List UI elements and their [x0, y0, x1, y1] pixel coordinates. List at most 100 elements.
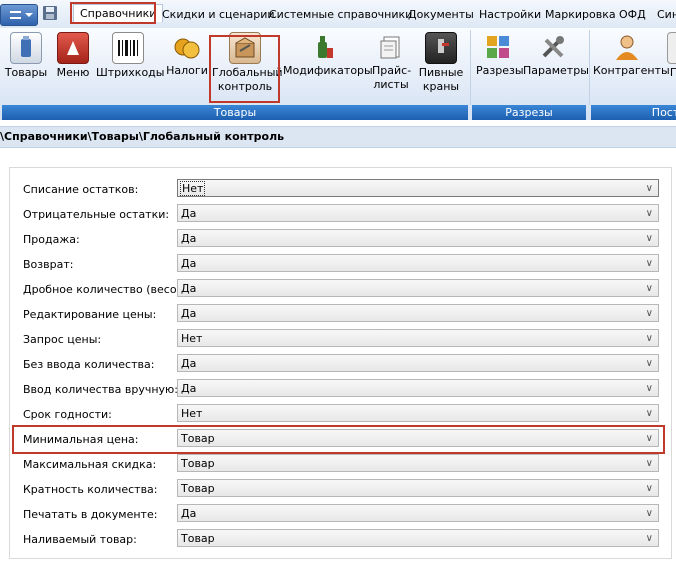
menu-bar: Справочники Скидки и сценарии Системные …: [0, 0, 676, 29]
setting-row: Дробное количество (весовой): Да ∨: [10, 277, 671, 302]
ribbon-btn-label-text: Глобальный контроль: [212, 66, 283, 93]
setting-select[interactable]: Да ∨: [177, 254, 659, 272]
ribbon-separator: [589, 30, 590, 105]
ribbon-btn-beer-taps[interactable]: Пивные краны: [418, 32, 464, 94]
contractor-icon: [612, 32, 642, 62]
setting-label: Продажа:: [23, 233, 80, 246]
setting-label: Печатать в документе:: [23, 508, 158, 521]
setting-select[interactable]: Да ∨: [177, 354, 659, 372]
setting-label: Минимальная цена:: [23, 433, 139, 446]
ribbon-btn-label-text: Пивные краны: [418, 66, 464, 93]
setting-select[interactable]: Да ∨: [177, 204, 659, 222]
setting-row: Списание остатков: Нет ∨: [10, 177, 671, 202]
menu-marking[interactable]: Маркировка: [545, 8, 616, 21]
menu-ofd[interactable]: ОФД: [619, 8, 646, 21]
setting-value: Товар: [181, 532, 215, 545]
menu-sync[interactable]: Син: [657, 8, 676, 21]
chevron-down-icon: ∨: [645, 508, 653, 519]
ribbon-btn-taxes[interactable]: Налоги: [166, 32, 208, 78]
ribbon-btn-menu[interactable]: Меню: [55, 32, 91, 80]
ribbon-btn-label: Штрихкоды: [96, 66, 165, 79]
setting-select[interactable]: Да ∨: [177, 304, 659, 322]
cut-icon: [667, 32, 676, 64]
setting-value: Товар: [181, 482, 215, 495]
setting-value: Да: [181, 382, 197, 395]
setting-select[interactable]: Нет ∨: [177, 179, 659, 197]
setting-select[interactable]: Товар ∨: [177, 529, 659, 547]
settings-panel: Списание остатков: Нет ∨ Отрицательные оста…: [9, 167, 672, 559]
ribbon-btn-global-control[interactable]: Глобальный контроль: [212, 32, 283, 94]
setting-value: Да: [181, 232, 197, 245]
setting-label: Ввод количества вручную:: [23, 383, 178, 396]
ribbon-btn-label: Меню: [56, 66, 90, 79]
setting-select[interactable]: Нет ∨: [177, 329, 659, 347]
chevron-down-icon: ∨: [645, 208, 653, 219]
setting-row: Наливаемый товар: Товар ∨: [10, 527, 671, 552]
app-menu-icon: [10, 11, 21, 19]
chevron-down-icon: ∨: [645, 183, 653, 194]
ribbon-btn-label: Налоги: [166, 64, 208, 77]
setting-select[interactable]: Да ∨: [177, 504, 659, 522]
ribbon-btn-label: П: [669, 66, 676, 79]
menu-spravochniki[interactable]: Справочники: [73, 4, 164, 22]
setting-row: Максимальная скидка: Товар ∨: [10, 452, 671, 477]
global-control-icon: [229, 32, 261, 64]
ribbon-btn-slices[interactable]: Разрезы: [476, 32, 524, 78]
setting-select[interactable]: Да ∨: [177, 379, 659, 397]
setting-value: Да: [181, 357, 197, 370]
setting-value: Нет: [179, 181, 206, 196]
save-icon[interactable]: [42, 5, 58, 21]
setting-select[interactable]: Товар ∨: [177, 454, 659, 472]
setting-value: Нет: [181, 332, 203, 345]
ribbon-btn-label: Пивные краны: [418, 66, 464, 94]
pricelist-icon: [376, 32, 406, 62]
menu-system-dictionaries[interactable]: Системные справочники: [269, 8, 412, 21]
ribbon-btn-label: Товары: [4, 66, 48, 79]
bottle-icon: [309, 32, 339, 62]
setting-select[interactable]: Да ∨: [177, 279, 659, 297]
ribbon-btn-label: Разрезы: [476, 64, 524, 77]
ribbon-btn-parameters[interactable]: Параметры: [523, 32, 589, 78]
setting-value: Да: [181, 207, 197, 220]
ribbon-btn-pricelists[interactable]: Прайс-листы: [372, 32, 411, 92]
setting-row: Отрицательные остатки: Да ∨: [10, 202, 671, 227]
ribbon-group-goods: Товары: [2, 105, 468, 120]
setting-row: Срок годности: Нет ∨: [10, 402, 671, 427]
ribbon-btn-label: Прайс-листы: [372, 64, 411, 92]
slices-icon: [483, 32, 513, 62]
setting-row: Печатать в документе: Да ∨: [10, 502, 671, 527]
chevron-down-icon: ∨: [645, 458, 653, 469]
setting-label: Без ввода количества:: [23, 358, 155, 371]
chevron-down-icon: ∨: [645, 308, 653, 319]
ribbon-btn-goods[interactable]: Товары: [4, 32, 48, 80]
dropdown-arrow-icon: [25, 13, 33, 17]
setting-value: Товар: [181, 457, 215, 470]
chevron-down-icon: ∨: [645, 408, 653, 419]
ribbon-btn-modifiers[interactable]: Модификаторы: [283, 32, 373, 78]
breadcrumb: \Справочники\Товары\Глобальный контроль: [0, 126, 676, 148]
menu-discounts[interactable]: Скидки и сценарии: [162, 8, 275, 21]
setting-select[interactable]: Да ∨: [177, 229, 659, 247]
ribbon-btn-barcodes[interactable]: Штрихкоды: [96, 32, 165, 80]
setting-select[interactable]: Нет ∨: [177, 404, 659, 422]
menu-settings[interactable]: Настройки: [479, 8, 541, 21]
chevron-down-icon: ∨: [645, 433, 653, 444]
setting-value: Да: [181, 307, 197, 320]
ribbon-btn-contractors[interactable]: Контрагенты: [593, 32, 670, 78]
setting-select[interactable]: Товар ∨: [177, 429, 659, 447]
goods-icon: [10, 32, 42, 64]
chevron-down-icon: ∨: [645, 383, 653, 394]
app-menu-button[interactable]: [0, 4, 38, 26]
setting-value: Да: [181, 282, 197, 295]
chevron-down-icon: ∨: [645, 483, 653, 494]
setting-label: Списание остатков:: [23, 183, 139, 196]
setting-label: Кратность количества:: [23, 483, 158, 496]
setting-select[interactable]: Товар ∨: [177, 479, 659, 497]
barcode-icon: [112, 32, 144, 64]
setting-value: Нет: [181, 407, 203, 420]
ribbon-btn-cut[interactable]: П: [667, 32, 676, 80]
ribbon-btn-label: Контрагенты: [593, 64, 670, 77]
chevron-down-icon: ∨: [645, 533, 653, 544]
menu-documents[interactable]: Документы: [408, 8, 474, 21]
coins-icon: [172, 32, 202, 62]
